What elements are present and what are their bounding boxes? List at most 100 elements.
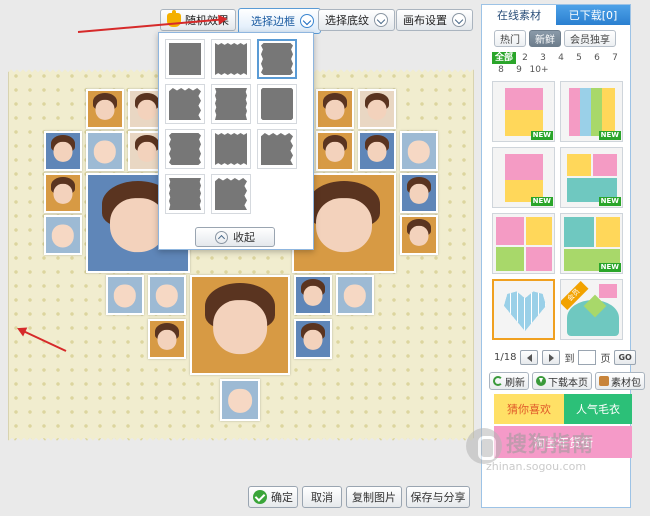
collage-photo[interactable] bbox=[400, 215, 438, 255]
frame-option[interactable] bbox=[165, 129, 205, 169]
template-thumbnail[interactable]: NEW bbox=[492, 81, 555, 142]
page-link[interactable]: 4 bbox=[552, 52, 570, 64]
frame-option[interactable] bbox=[165, 39, 205, 79]
save-share-button[interactable]: 保存与分享 bbox=[406, 486, 470, 508]
package-icon bbox=[599, 376, 609, 386]
page-link[interactable]: 3 bbox=[534, 52, 552, 64]
collage-photo[interactable] bbox=[220, 379, 260, 421]
page-link[interactable]: 6 bbox=[588, 52, 606, 64]
choose-frame-button[interactable]: 选择边框 bbox=[238, 8, 321, 34]
prev-arrow-icon bbox=[526, 353, 532, 362]
tab-downloaded[interactable]: 已下载[0] bbox=[556, 5, 630, 25]
template-thumbnail[interactable]: NEW bbox=[560, 81, 623, 142]
prev-page-button[interactable] bbox=[520, 350, 539, 365]
collage-photo[interactable] bbox=[44, 131, 82, 171]
watermark-url: zhinan.sogou.com bbox=[486, 460, 587, 473]
collage-photo[interactable] bbox=[358, 131, 396, 171]
page-link-all[interactable]: 全部 bbox=[492, 52, 516, 64]
new-badge: NEW bbox=[530, 197, 553, 206]
template-thumbnail[interactable]: NEW bbox=[560, 147, 623, 208]
collage-photo[interactable] bbox=[148, 275, 186, 315]
page-suffix: 页 bbox=[600, 354, 611, 365]
tab-online-materials[interactable]: 在线素材 bbox=[482, 5, 556, 25]
canvas-settings-button[interactable]: 画布设置 bbox=[396, 9, 473, 31]
cancel-button[interactable]: 取消 bbox=[302, 486, 342, 508]
save-share-label: 保存与分享 bbox=[410, 491, 466, 504]
page-link[interactable]: 7 bbox=[606, 52, 624, 64]
refresh-button[interactable]: 刷新 bbox=[489, 372, 529, 390]
frame-option-selected[interactable] bbox=[257, 39, 297, 79]
top-toolbar: 随机效果 选择边框 选择底纹 画布设置 bbox=[0, 6, 480, 34]
go-button[interactable]: GO bbox=[614, 350, 636, 365]
frame-option[interactable] bbox=[211, 174, 251, 214]
chevron-down-icon bbox=[300, 14, 314, 28]
filter-fresh[interactable]: 新鲜 bbox=[529, 30, 561, 47]
check-icon bbox=[253, 490, 267, 504]
collage-photo[interactable] bbox=[400, 173, 438, 213]
collage-photo[interactable] bbox=[336, 275, 374, 315]
frame-option[interactable] bbox=[211, 129, 251, 169]
collage-photo[interactable] bbox=[44, 215, 82, 255]
frame-grid bbox=[165, 39, 309, 214]
page-link[interactable]: 5 bbox=[570, 52, 588, 64]
template-grid: NEW NEW NEW NEW NEW 会员 bbox=[492, 81, 626, 340]
template-thumbnail[interactable] bbox=[492, 213, 555, 274]
frame-option[interactable] bbox=[165, 174, 205, 214]
choose-texture-button[interactable]: 选择底纹 bbox=[318, 9, 395, 31]
frame-option[interactable] bbox=[211, 84, 251, 124]
template-thumbnail[interactable]: NEW bbox=[492, 147, 555, 208]
page-link[interactable]: 9 bbox=[510, 64, 528, 76]
copy-image-button[interactable]: 复制图片 bbox=[346, 486, 402, 508]
ad-banner[interactable]: 猜你喜欢 人气毛衣 bbox=[494, 394, 632, 424]
next-arrow-icon bbox=[548, 353, 554, 362]
canvas-settings-label: 画布设置 bbox=[403, 14, 447, 27]
chevron-up-icon bbox=[215, 230, 228, 244]
copy-image-label: 复制图片 bbox=[352, 491, 396, 504]
download-page-button[interactable]: 下载本页 bbox=[532, 372, 592, 390]
collapse-button[interactable]: 收起 bbox=[195, 227, 275, 247]
collapse-label: 收起 bbox=[233, 231, 255, 244]
page-link[interactable]: 2 bbox=[516, 52, 534, 64]
refresh-label: 刷新 bbox=[505, 377, 525, 389]
template-thumbnail-selected[interactable] bbox=[492, 279, 555, 340]
frame-option[interactable] bbox=[257, 129, 297, 169]
collage-photo[interactable] bbox=[358, 89, 396, 129]
watermark: 搜狗指南 zhinan.sogou.com bbox=[466, 424, 646, 484]
ad-banner-left[interactable]: 猜你喜欢 bbox=[494, 394, 564, 424]
collage-photo[interactable] bbox=[400, 131, 438, 171]
chevron-down-icon bbox=[374, 13, 388, 27]
material-pack-button[interactable]: 素材包 bbox=[595, 372, 645, 390]
collage-photo[interactable] bbox=[86, 131, 124, 171]
template-thumbnail[interactable]: NEW bbox=[560, 213, 623, 274]
material-actions: 刷新 下载本页 素材包 bbox=[489, 372, 645, 390]
frame-option[interactable] bbox=[165, 84, 205, 124]
collage-photo[interactable] bbox=[316, 89, 354, 129]
ad-banner-right[interactable]: 人气毛衣 bbox=[564, 394, 632, 424]
confirm-button[interactable]: 确定 bbox=[248, 486, 298, 508]
filter-vip[interactable]: 会员独享 bbox=[564, 30, 616, 47]
refresh-icon bbox=[493, 376, 503, 386]
frame-option[interactable] bbox=[257, 84, 297, 124]
sogou-logo-icon bbox=[466, 428, 502, 464]
cancel-label: 取消 bbox=[311, 491, 333, 504]
collage-photo[interactable] bbox=[44, 173, 82, 213]
collage-photo[interactable] bbox=[86, 89, 124, 129]
collage-photo-center[interactable] bbox=[190, 275, 290, 375]
collage-photo[interactable] bbox=[148, 319, 186, 359]
new-badge: NEW bbox=[598, 197, 621, 206]
page-input[interactable] bbox=[578, 350, 597, 365]
filter-group: 热门 新鲜 会员独享 bbox=[494, 30, 616, 47]
page-links: 全部 2 3 4 5 6 7 8 9 10+ bbox=[492, 52, 626, 76]
page-link-more[interactable]: 10+ bbox=[528, 64, 550, 76]
next-page-button[interactable] bbox=[542, 350, 561, 365]
frame-dropdown-panel: 收起 bbox=[158, 32, 314, 250]
frame-option[interactable] bbox=[211, 39, 251, 79]
collage-photo[interactable] bbox=[294, 275, 332, 315]
page-link[interactable]: 8 bbox=[492, 64, 510, 76]
collage-photo[interactable] bbox=[294, 319, 332, 359]
template-thumbnail[interactable]: 会员 bbox=[560, 279, 623, 340]
collage-photo[interactable] bbox=[316, 131, 354, 171]
filter-hot[interactable]: 热门 bbox=[494, 30, 526, 47]
collage-editor: 随机效果 选择边框 选择底纹 画布设置 bbox=[0, 0, 650, 516]
collage-photo[interactable] bbox=[106, 275, 144, 315]
